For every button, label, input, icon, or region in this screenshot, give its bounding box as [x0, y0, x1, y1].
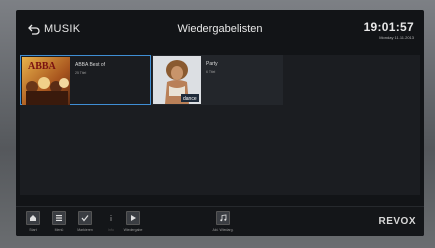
- playlist-grid: ABBA ABBA Best of 25 Titel dance Party 6: [20, 55, 420, 195]
- menu-icon: [52, 211, 66, 225]
- abba-cover-text: ABBA: [28, 61, 57, 72]
- music-note-icon: [216, 211, 230, 225]
- header-bar: MUSIK Wiedergabelisten 19:01:57 Monday 1…: [16, 10, 424, 50]
- revox-logo: REVOX: [378, 216, 416, 227]
- playlist-count: 6 Titel: [206, 70, 216, 74]
- clock: 19:01:57 Monday 11.11.2013: [364, 20, 414, 40]
- start-button[interactable]: Start: [26, 211, 40, 232]
- playlist-tile-abba[interactable]: ABBA ABBA Best of 25 Titel: [20, 55, 151, 105]
- party-cover-text: dance: [183, 96, 197, 102]
- playlist-count: 25 Titel: [75, 71, 87, 75]
- home-icon: [26, 211, 40, 225]
- markieren-button[interactable]: Markieren: [77, 211, 93, 232]
- now-playing-label: Akt. Wiedarg.: [212, 228, 234, 232]
- info-icon: [104, 211, 118, 225]
- play-icon: [126, 211, 140, 225]
- now-playing-button[interactable]: Akt. Wiedarg.: [212, 211, 234, 232]
- abba-album-cover: ABBA: [22, 57, 70, 105]
- playlist-name: Party: [206, 61, 218, 67]
- clock-time: 19:01:57: [363, 20, 414, 34]
- party-album-cover: dance: [153, 56, 201, 104]
- menu-button[interactable]: Menü: [52, 211, 66, 232]
- check-icon: [78, 211, 92, 225]
- screen: MUSIK Wiedergabelisten 19:01:57 Monday 1…: [16, 10, 424, 236]
- clock-date: Monday 11.11.2013: [379, 35, 414, 40]
- playlist-name: ABBA Best of: [75, 62, 106, 68]
- wiedergabe-label: Wiedergabe: [123, 228, 143, 232]
- footer-bar: Start Menü Markieren Info Wiedergabe Akt…: [16, 206, 424, 236]
- wiedergabe-button[interactable]: Wiedergabe: [124, 211, 142, 232]
- info-button[interactable]: Info: [104, 211, 118, 232]
- playlist-tile-party[interactable]: dance Party 6 Titel: [152, 55, 283, 105]
